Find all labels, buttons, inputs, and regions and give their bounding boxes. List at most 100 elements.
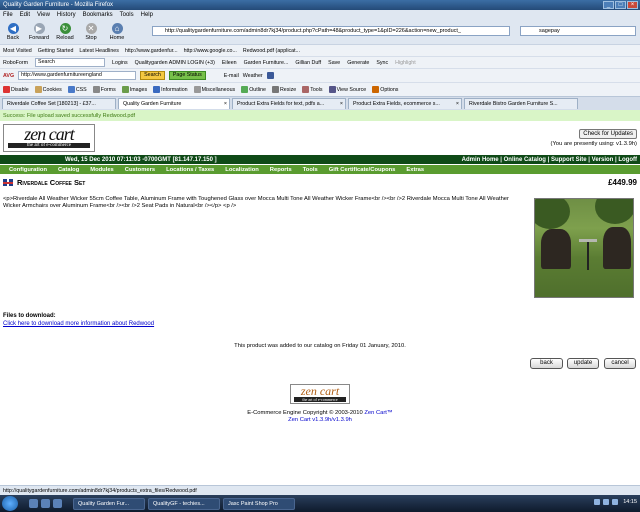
facebook-icon[interactable]: [266, 72, 274, 79]
quicklaunch-icon[interactable]: [29, 499, 38, 508]
dev-disable[interactable]: Disable: [3, 86, 29, 93]
check-updates-button[interactable]: Check for Updates: [579, 129, 637, 139]
admin-header-links[interactable]: Admin Home | Online Catalog | Support Si…: [462, 157, 637, 163]
avg-search-input[interactable]: http://www.gardenfurnitureengland: [18, 71, 137, 80]
roboform-search-input[interactable]: Search: [35, 58, 106, 67]
stop-button[interactable]: ✕ Stop: [78, 23, 104, 41]
roboform-item[interactable]: Qualitygarden ADMIN LOGIN (+3): [135, 60, 215, 66]
bookmark-item[interactable]: Redwood.pdf (applicat...: [243, 48, 300, 54]
quicklaunch-icon[interactable]: [53, 499, 62, 508]
close-window-button[interactable]: ×: [627, 1, 638, 9]
email-button[interactable]: E-mail: [224, 73, 239, 79]
back-button[interactable]: back: [530, 358, 563, 369]
menu-edit[interactable]: Edit: [20, 12, 30, 18]
tab-riverdale-bistro[interactable]: Riverdale Bistro Garden Furniture S...: [464, 98, 578, 109]
bookmarks-toolbar: Most Visited Getting Started Latest Head…: [0, 44, 640, 56]
zen-cart-logo[interactable]: zen cart the art of e-commerce: [3, 124, 95, 152]
menu-customers[interactable]: Customers: [125, 167, 155, 173]
reload-button[interactable]: ↻ Reload: [52, 23, 78, 41]
menu-localization[interactable]: Localization: [225, 167, 259, 173]
maximize-button[interactable]: □: [615, 1, 626, 9]
dev-view-source[interactable]: View Source: [328, 86, 366, 93]
avg-search-button[interactable]: Search: [140, 71, 165, 80]
bookmark-item[interactable]: http://www.gardenfur...: [125, 48, 178, 54]
zen-cart-link[interactable]: Zen Cart™: [364, 410, 392, 416]
tab-product-extra-fields-ecommerce[interactable]: Product Extra Fields, ecommerce s... ×: [348, 98, 462, 109]
dev-resize[interactable]: Resize: [271, 86, 296, 93]
menu-help[interactable]: Help: [141, 12, 153, 18]
close-tab-icon[interactable]: ×: [456, 99, 459, 109]
roboform-sync[interactable]: Sync: [376, 60, 388, 66]
dev-information[interactable]: Information: [153, 86, 188, 93]
dev-miscellaneous[interactable]: Miscellaneous: [193, 86, 235, 93]
roboform-item[interactable]: Gillian Duff: [295, 60, 321, 66]
taskbar-item-firefox[interactable]: Quality Garden Fur...: [73, 497, 145, 510]
bookmark-item[interactable]: Most Visited: [3, 48, 32, 54]
bookmark-item[interactable]: Latest Headlines: [79, 48, 118, 54]
menu-modules[interactable]: Modules: [90, 167, 114, 173]
logins-button[interactable]: Logins: [112, 60, 128, 66]
menu-configuration[interactable]: Configuration: [9, 167, 47, 173]
tab-product-extra-fields-text[interactable]: Product Extra Fields for text, pdfs a...…: [232, 98, 346, 109]
menu-locations-taxes[interactable]: Locations / Taxes: [166, 167, 214, 173]
tray-icon[interactable]: [603, 499, 609, 505]
page-status-button[interactable]: Page Status: [168, 71, 206, 80]
download-file-link[interactable]: Click here to download more information …: [3, 321, 154, 327]
outline-icon: [241, 86, 249, 93]
menu-bar: File Edit View History Bookmarks Tools H…: [0, 10, 640, 20]
update-button[interactable]: update: [567, 358, 599, 369]
menu-gift-coupons[interactable]: Gift Certificate/Coupons: [329, 167, 396, 173]
dev-cookies[interactable]: Cookies: [34, 86, 62, 93]
roboform-item[interactable]: Garden Furniture...: [244, 60, 289, 66]
uk-flag-icon: [3, 179, 13, 186]
dev-options[interactable]: Options: [372, 86, 398, 93]
footer-zen-cart-logo[interactable]: zen cart the art of e-commerce: [290, 384, 350, 404]
back-button[interactable]: ◀ Back: [0, 23, 26, 41]
roboform-highlight[interactable]: Highlight: [395, 60, 416, 66]
menu-reports[interactable]: Reports: [270, 167, 292, 173]
cancel-button[interactable]: cancel: [604, 358, 636, 369]
taskbar-item-qualitygf[interactable]: QualityGF - techies...: [148, 497, 220, 510]
bookmark-item[interactable]: http://www.google.co...: [184, 48, 237, 54]
admin-menu: Configuration Catalog Modules Customers …: [0, 165, 640, 174]
close-tab-icon[interactable]: ×: [224, 99, 227, 109]
dev-outline[interactable]: Outline: [241, 86, 266, 93]
menu-file[interactable]: File: [3, 12, 13, 18]
search-input[interactable]: sagepay: [520, 26, 636, 36]
address-bar[interactable]: http://qualitygardenfurniture.com/admin8…: [152, 26, 510, 36]
zen-cart-version-link[interactable]: Zen Cart v1.3.9h/v1.3.9h: [288, 417, 352, 423]
tray-icon[interactable]: [594, 499, 600, 505]
dev-forms[interactable]: Forms: [92, 86, 116, 93]
menu-tools[interactable]: Tools: [303, 167, 318, 173]
window-title: Quality Garden Furniture - Mozilla Firef…: [3, 2, 114, 8]
tab-bar: Riverdale Coffee Set [180213] - £37... Q…: [0, 96, 640, 110]
tray-icon[interactable]: [612, 499, 618, 505]
forward-button[interactable]: ▶ Forward: [26, 23, 52, 41]
quicklaunch-icon[interactable]: [41, 499, 50, 508]
taskbar-clock[interactable]: 14:15: [623, 499, 637, 505]
menu-extras[interactable]: Extras: [406, 167, 424, 173]
taskbar-item-paintshop[interactable]: Jasc Paint Shop Pro: [223, 497, 295, 510]
start-button[interactable]: [2, 496, 18, 511]
weather-button[interactable]: Weather: [243, 73, 263, 79]
menu-bookmarks[interactable]: Bookmarks: [83, 12, 113, 18]
roboform-save[interactable]: Save: [328, 60, 340, 66]
menu-view[interactable]: View: [37, 12, 50, 18]
menu-catalog[interactable]: Catalog: [58, 167, 79, 173]
dev-tools[interactable]: Tools: [302, 86, 323, 93]
dev-images[interactable]: Images: [121, 86, 147, 93]
menu-tools[interactable]: Tools: [120, 12, 134, 18]
tab-quality-garden[interactable]: Quality Garden Furniture ×: [118, 98, 230, 109]
tab-riverdale-coffee[interactable]: Riverdale Coffee Set [180213] - £37...: [2, 98, 116, 109]
window-titlebar: Quality Garden Furniture - Mozilla Firef…: [0, 0, 640, 10]
roboform-generate[interactable]: Generate: [347, 60, 369, 66]
close-tab-icon[interactable]: ×: [340, 99, 343, 109]
minimize-button[interactable]: _: [603, 1, 614, 9]
misc-icon: [193, 86, 201, 93]
menu-history[interactable]: History: [57, 12, 76, 18]
roboform-item[interactable]: Eileen: [222, 60, 237, 66]
dev-css[interactable]: CSS: [67, 86, 87, 93]
roboform-button[interactable]: RoboForm: [3, 60, 28, 66]
bookmark-item[interactable]: Getting Started: [38, 48, 74, 54]
home-button[interactable]: ⌂ Home: [104, 23, 130, 41]
